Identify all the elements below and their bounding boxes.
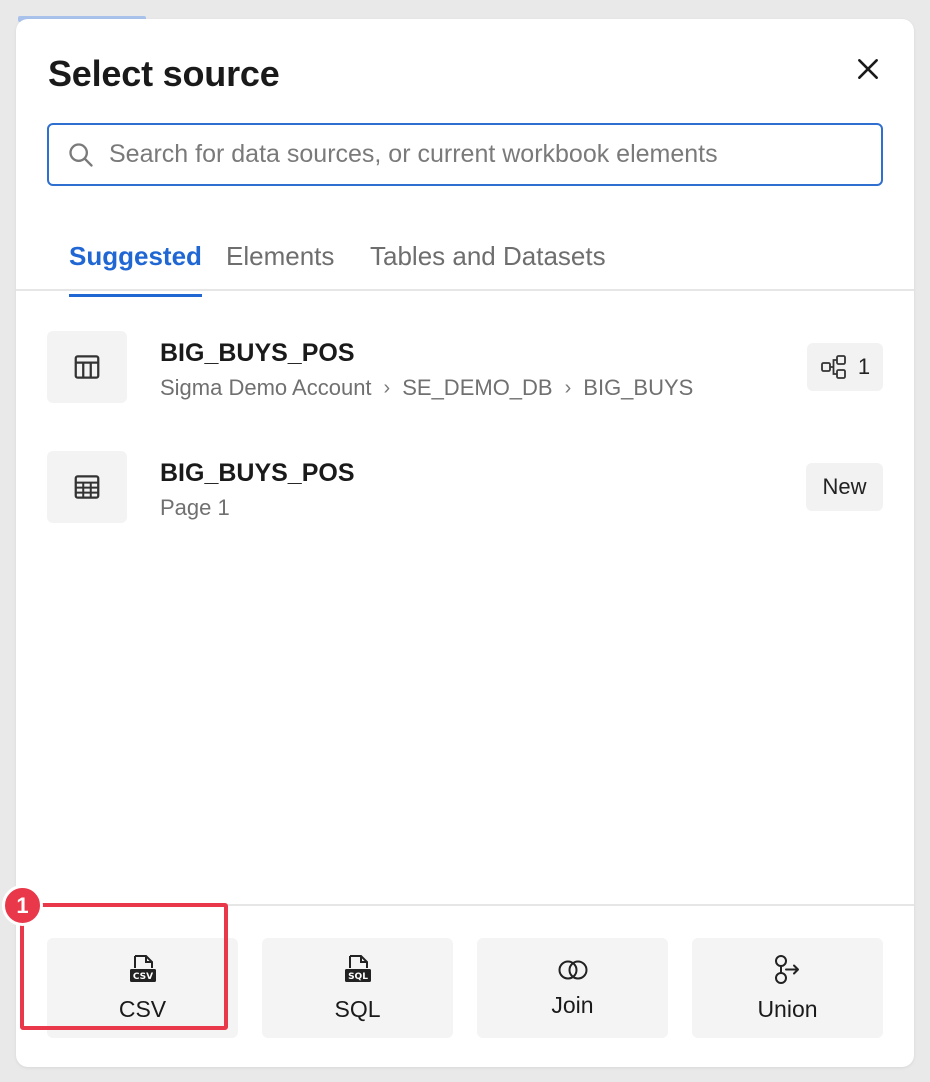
csv-button[interactable]: CSV CSV: [47, 938, 238, 1038]
csv-file-icon: CSV: [129, 954, 156, 982]
union-label: Union: [757, 995, 818, 1022]
search-box[interactable]: [47, 123, 883, 186]
join-label: Join: [551, 991, 594, 1018]
svg-text:CSV: CSV: [132, 972, 152, 982]
path-segment: BIG_BUYS: [583, 375, 694, 400]
source-list-item[interactable]: BIG_BUYS_POS Page 1 New: [47, 451, 883, 523]
join-button[interactable]: Join: [477, 938, 668, 1038]
dialog-title: Select source: [48, 53, 280, 94]
csv-label: CSV: [118, 995, 167, 1022]
source-title: BIG_BUYS_POS: [160, 459, 355, 487]
join-icon: [558, 960, 587, 979]
source-title: BIG_BUYS_POS: [160, 339, 355, 367]
tab-elements[interactable]: Elements: [226, 241, 334, 294]
tab-bar: Suggested Elements Tables and Datasets: [16, 219, 914, 297]
source-subtitle: Page 1: [160, 495, 230, 520]
annotation-step-badge: 1: [2, 885, 43, 926]
search-icon: [69, 142, 93, 167]
tab-suggested[interactable]: Suggested: [69, 241, 202, 297]
lineage-icon: [820, 355, 846, 379]
sql-label: SQL: [334, 995, 381, 1022]
chevron-right-icon: ›: [564, 376, 572, 399]
search-input[interactable]: [109, 140, 869, 169]
svg-text:SQL: SQL: [348, 972, 368, 982]
union-button[interactable]: Union: [692, 938, 883, 1038]
path-segment: SE_DEMO_DB: [402, 375, 553, 400]
close-icon: [858, 59, 878, 79]
table-icon: [74, 355, 100, 379]
lineage-badge[interactable]: 1: [807, 343, 883, 391]
source-path: Sigma Demo Account › SE_DEMO_DB › BIG_BU…: [160, 375, 693, 401]
footer-divider: [16, 904, 914, 906]
source-icon-box: [47, 451, 127, 523]
grid-table-icon: [74, 475, 100, 499]
path-segment: Sigma Demo Account: [160, 375, 372, 400]
source-icon-box: [47, 331, 127, 403]
sql-file-icon: SQL: [344, 954, 371, 982]
union-icon: [774, 954, 799, 984]
select-source-dialog: Select source Suggested Elements Tables …: [16, 19, 914, 1067]
source-list-item[interactable]: BIG_BUYS_POS Sigma Demo Account › SE_DEM…: [47, 331, 883, 403]
new-badge: New: [806, 463, 883, 511]
tab-tables-and-datasets[interactable]: Tables and Datasets: [370, 241, 606, 294]
sql-button[interactable]: SQL SQL: [262, 938, 453, 1038]
chevron-right-icon: ›: [383, 376, 391, 399]
close-button[interactable]: [850, 51, 886, 87]
lineage-count: 1: [857, 354, 871, 379]
